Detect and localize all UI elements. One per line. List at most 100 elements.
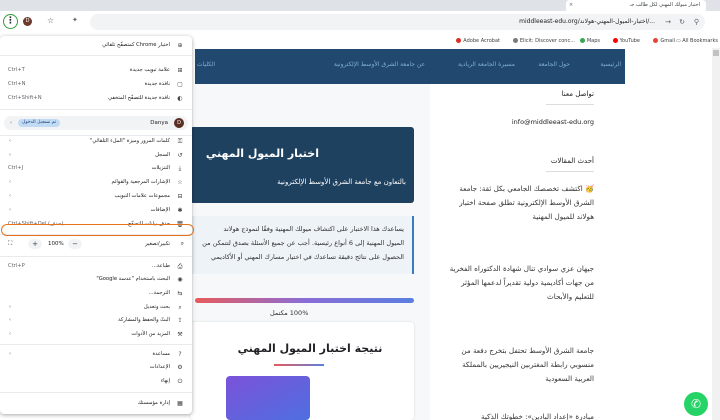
zoom-in-button[interactable]: + [28,239,42,249]
tab-title: اختبار ميولك المهني لكل طالب جـ [629,2,700,8]
nav-home[interactable]: الرئيسية [600,61,621,68]
article-link[interactable]: جامعة الشرق الأوسط تحتفل بتخرج دفعة من م… [444,344,594,386]
nav-colleges[interactable]: الكليات [197,61,215,68]
nav-university[interactable]: عن جامعة الشرق الأوسط الإلكترونية [334,61,425,68]
menu-item-cast-save-share[interactable]: ⇪ البثّ والحفظ والمشاركة ‹ [0,315,192,326]
progress-label: 100% مكتمل [270,309,309,317]
tab-close-icon[interactable]: × [569,0,573,11]
profile-name: Danya [150,120,168,126]
zoom-out-button[interactable]: − [68,239,82,249]
gmail-icon [653,38,659,43]
acrobat-icon [456,38,462,43]
bookmark-all[interactable]: ▭ All Bookmarks [676,34,718,48]
menu-item-tab-groups[interactable]: ⊟ مجموعات علامات التبويب ‹ [0,191,192,202]
menu-separator [0,109,192,110]
chrome-menu-button[interactable]: ⋮ [3,14,18,29]
result-card: نتيجة اختبار الميول المهني [190,322,414,420]
menu-item-settings[interactable]: ⚙ الإعدادات [0,362,192,373]
menu-item-bookmarks[interactable]: ☆ الإشارات المرجعية والقوائم ‹ [0,177,192,188]
menu-item-more-tools[interactable]: ⚒ المزيد من الأدوات ‹ [0,329,192,340]
power-icon: ⏻ [177,378,183,385]
menu-separator [0,256,192,257]
star-icon: ☆ [177,179,183,186]
incognito-icon: ◐ [177,95,183,102]
profile-avatar: D [174,118,184,128]
article-link[interactable]: مبادرة «إعداد البادين»: خطوتك الذكية [444,410,594,420]
hero-title: اختبار الميول المهني [205,147,319,160]
bookmarks-bar: ▭ All Bookmarks Gmail YouTube Maps Elici… [195,34,720,48]
site-navigation: الرئيسية حول الجامعة مسيرة الجامعة الريا… [195,49,625,84]
lens-icon: ◉ [177,276,183,283]
new-tab-icon: ⊞ [177,67,183,74]
menu-item-help[interactable]: ? مساعدة ‹ [0,349,192,360]
menu-profile-row[interactable]: D Danya تم تسجيل الدخول ‹ [4,116,188,130]
menu-item-translate[interactable]: ⇆ الترجمة... [0,288,192,299]
bookmark-elicit[interactable]: Elicit: Discover conc... [512,34,575,48]
chrome-icon: ⊕ [177,42,183,49]
chevron-icon: ‹ [9,304,12,310]
reload-icon[interactable]: ↻ [679,14,685,30]
site-info-icon[interactable]: ⚲ [694,14,699,30]
whatsapp-icon[interactable]: ✆ [684,392,708,416]
tab-strip: اختبار ميولك المهني لكل طالب جـ × [0,0,720,11]
article-link[interactable]: 🥳 اكتشف تخصصك الجامعي بكل ثقة: جامعة الش… [444,182,594,224]
article-link[interactable]: جيهان عزي سوادي تنال شهادة الدكتوراه الف… [444,262,594,304]
menu-separator [0,55,192,56]
menu-item-print[interactable]: ⎙ طباعة... Ctrl+P [0,261,192,272]
menu-item-new-tab[interactable]: ⊞ علامة تبويب جديدة Ctrl+T [0,65,192,76]
menu-item-incognito[interactable]: ◐ نافذة جديدة للتصفّح المتخفي Ctrl+Shift+N [0,93,192,104]
new-window-icon: ▢ [177,81,183,88]
bookmark-acrobat[interactable]: Adobe Acrobat [456,34,500,48]
bookmark-youtube[interactable]: YouTube [612,34,640,48]
gear-icon: ⚙ [177,364,183,371]
intro-line: الميول المهنية إلى 6 أنواع رئيسية. أجب ع… [202,239,404,247]
page-scrollbar[interactable] [712,48,720,420]
extensions-icon: ✱ [177,207,183,214]
zoom-label: تكبير/تصغير [145,241,170,247]
contact-email[interactable]: info@middleeast-edu.org [512,118,594,126]
menu-item-google-lens[interactable]: ◉ البحث باستخدام "عدسة Google" [0,274,192,285]
menu-item-history[interactable]: ↺ السجل ‹ [0,150,192,161]
youtube-icon [612,38,618,43]
menu-item-default-browser[interactable]: ⊕ اختيار Chrome كمتصفّح تلقائي [0,40,192,51]
menu-item-managed[interactable]: ▦ إدارة مؤسستك [0,398,192,409]
chevron-icon: ‹ [9,207,12,213]
browser-tab[interactable]: اختبار ميولك المهني لكل طالب جـ × [566,0,706,11]
find-icon: ⌕ [178,304,182,311]
bookmark-star-icon[interactable]: ☆ [47,16,54,25]
chevron-icon: ‹ [9,331,12,337]
result-graphic [226,376,310,420]
intro-box: يساعدك هذا الاختبار على اكتشاف ميولك الم… [190,216,414,274]
scroll-thumb[interactable] [713,50,719,56]
bookmark-maps[interactable]: Maps [579,34,600,48]
nav-journey[interactable]: مسيرة الجامعة الريادية [458,61,515,68]
chevron-icon: ‹ [9,179,12,185]
page-info-icon[interactable]: ✦ [72,16,78,24]
help-icon: ? [178,351,182,358]
translate-icon: ⇆ [177,290,183,297]
menu-item-new-window[interactable]: ▢ نافذة جديدة Ctrl+N [0,79,192,90]
building-icon: ▦ [177,400,183,407]
chevron-icon: ‹ [10,120,12,126]
chevron-icon: ‹ [9,351,12,357]
menu-item-extensions[interactable]: ✱ الإضافات ‹ [0,205,192,216]
back-icon[interactable]: → [665,14,671,30]
url-text: middleeast-edu.org/اختبار-الميول-المهني-… [519,18,655,25]
right-sidebar: تواصل معنا info@middleeast-edu.org أحدث … [430,84,712,420]
bookmark-gmail[interactable]: Gmail [653,34,675,48]
nav-about[interactable]: حول الجامعة [538,61,570,68]
menu-item-exit[interactable]: ⏻ إنهاء [0,376,192,387]
hero-subtitle: بالتعاون مع جامعة الشرق الأوسط الإلكترون… [277,178,406,186]
elicit-icon [512,38,518,43]
tab-groups-icon: ⊟ [177,193,183,200]
fullscreen-icon[interactable]: ⛶ [8,238,12,250]
zoom-value: 100% [48,241,64,247]
profile-avatar-icon[interactable]: D [23,17,32,26]
menu-item-find-edit[interactable]: ⌕ بحث وتعديل ‹ [0,302,192,313]
recent-posts-title: أحدث المقالات [550,157,594,165]
menu-item-passwords[interactable]: ⚿ كلمات المرور وميزة "الملء التلقائي" ‹ [0,136,192,147]
address-bar[interactable]: ⚲ ↻ → middleeast-edu.org/اختبار-الميول-ا… [90,14,705,30]
chevron-icon: ‹ [9,152,12,158]
menu-item-downloads[interactable]: ⤓ التنزيلات Ctrl+J [0,163,192,174]
maps-icon [579,38,585,43]
